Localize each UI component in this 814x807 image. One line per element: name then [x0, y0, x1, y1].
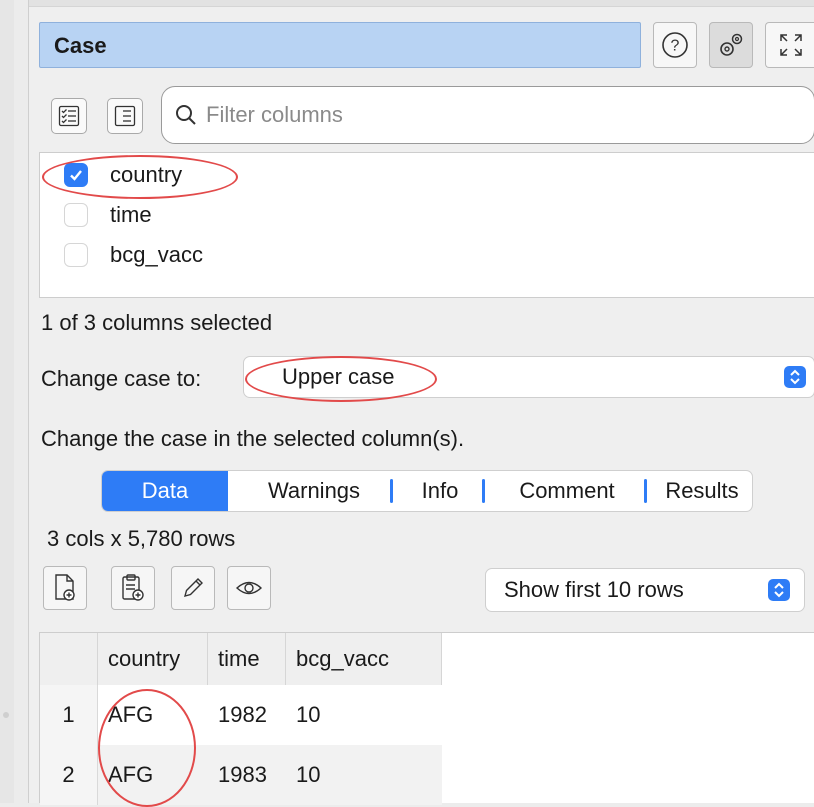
splitter-handle[interactable] — [3, 712, 9, 718]
table-cell[interactable]: AFG — [98, 685, 208, 745]
checklist-icon — [58, 105, 80, 127]
magnifier-icon — [176, 105, 196, 125]
row-number: 2 — [40, 745, 98, 805]
table-cell[interactable]: 10 — [286, 745, 442, 805]
settings-button[interactable] — [709, 22, 753, 68]
table-row: 2 AFG 1983 10 — [40, 745, 442, 805]
checkbox-country[interactable] — [64, 163, 88, 187]
change-case-label: Change case to: — [41, 366, 202, 391]
table-header-bcg-vacc[interactable]: bcg_vacc — [286, 633, 442, 685]
export-file-icon — [55, 574, 75, 601]
checkbox-bcg-vacc[interactable] — [64, 243, 88, 267]
help-button[interactable]: ? — [653, 22, 697, 68]
table-header-time[interactable]: time — [208, 633, 286, 685]
checkmark-icon — [70, 170, 82, 181]
column-label: country — [110, 162, 183, 187]
panel-top-edge — [29, 0, 814, 7]
table-cell[interactable]: AFG — [98, 745, 208, 805]
column-item-bcg-vacc[interactable]: bcg_vacc — [64, 240, 203, 270]
selection-summary: 1 of 3 columns selected — [41, 310, 273, 335]
column-list: country time bcg_vacc — [39, 152, 814, 298]
tab-comment[interactable]: Comment — [494, 471, 640, 511]
select-all-columns-button[interactable] — [51, 98, 87, 134]
case-transform-panel: Case ? country time bcg_vacc — [28, 0, 814, 807]
pencil-icon — [184, 578, 203, 597]
rows-select[interactable]: Show first 10 rows — [485, 568, 805, 612]
tab-info[interactable]: Info — [402, 471, 478, 511]
checkbox-time[interactable] — [64, 203, 88, 227]
data-dimensions: 3 cols x 5,780 rows — [47, 526, 236, 551]
table-cell[interactable]: 1983 — [208, 745, 286, 805]
row-number: 1 — [40, 685, 98, 745]
svg-text:?: ? — [671, 38, 680, 55]
table-cell[interactable]: 1982 — [208, 685, 286, 745]
tab-separator — [390, 479, 393, 503]
export-button[interactable] — [43, 566, 87, 610]
table-cell[interactable]: 10 — [286, 685, 442, 745]
change-case-value: Upper case — [282, 364, 395, 389]
result-tabs: Data Warnings Info Comment Results — [101, 470, 753, 512]
expand-arrows-icon — [779, 34, 802, 56]
tab-separator — [482, 479, 485, 503]
select-stepper-icon[interactable] — [768, 579, 790, 601]
column-item-country[interactable]: country — [64, 160, 182, 190]
edit-button[interactable] — [171, 566, 215, 610]
view-button[interactable] — [227, 566, 271, 610]
copy-clipboard-icon — [122, 574, 144, 601]
table-row: 1 AFG 1982 10 — [40, 685, 442, 745]
tab-separator — [644, 479, 647, 503]
table-corner — [40, 633, 98, 685]
eye-icon — [235, 581, 263, 595]
filter-columns-field[interactable] — [161, 86, 814, 144]
column-label: time — [110, 202, 152, 227]
transform-description: Change the case in the selected column(s… — [41, 426, 465, 451]
rows-select-value: Show first 10 rows — [504, 577, 684, 602]
column-item-time[interactable]: time — [64, 200, 152, 230]
deselect-columns-button[interactable] — [107, 98, 143, 134]
table-header-country[interactable]: country — [98, 633, 208, 685]
select-stepper-icon[interactable] — [784, 366, 806, 388]
transform-title[interactable]: Case — [39, 22, 641, 68]
expand-button[interactable] — [765, 22, 814, 68]
column-label: bcg_vacc — [110, 242, 203, 267]
copy-button[interactable] — [111, 566, 155, 610]
list-icon — [114, 105, 136, 127]
left-edge — [0, 0, 14, 803]
tab-warnings[interactable]: Warnings — [238, 471, 390, 511]
change-case-select[interactable]: Upper case — [243, 356, 814, 398]
tab-data[interactable]: Data — [102, 471, 228, 511]
data-table: country time bcg_vacc 1 AFG 1982 10 2 AF… — [39, 632, 814, 807]
gears-icon — [720, 33, 743, 56]
filter-columns-input[interactable] — [204, 101, 768, 129]
question-circle-icon: ? — [662, 32, 688, 58]
tab-results[interactable]: Results — [650, 471, 752, 511]
